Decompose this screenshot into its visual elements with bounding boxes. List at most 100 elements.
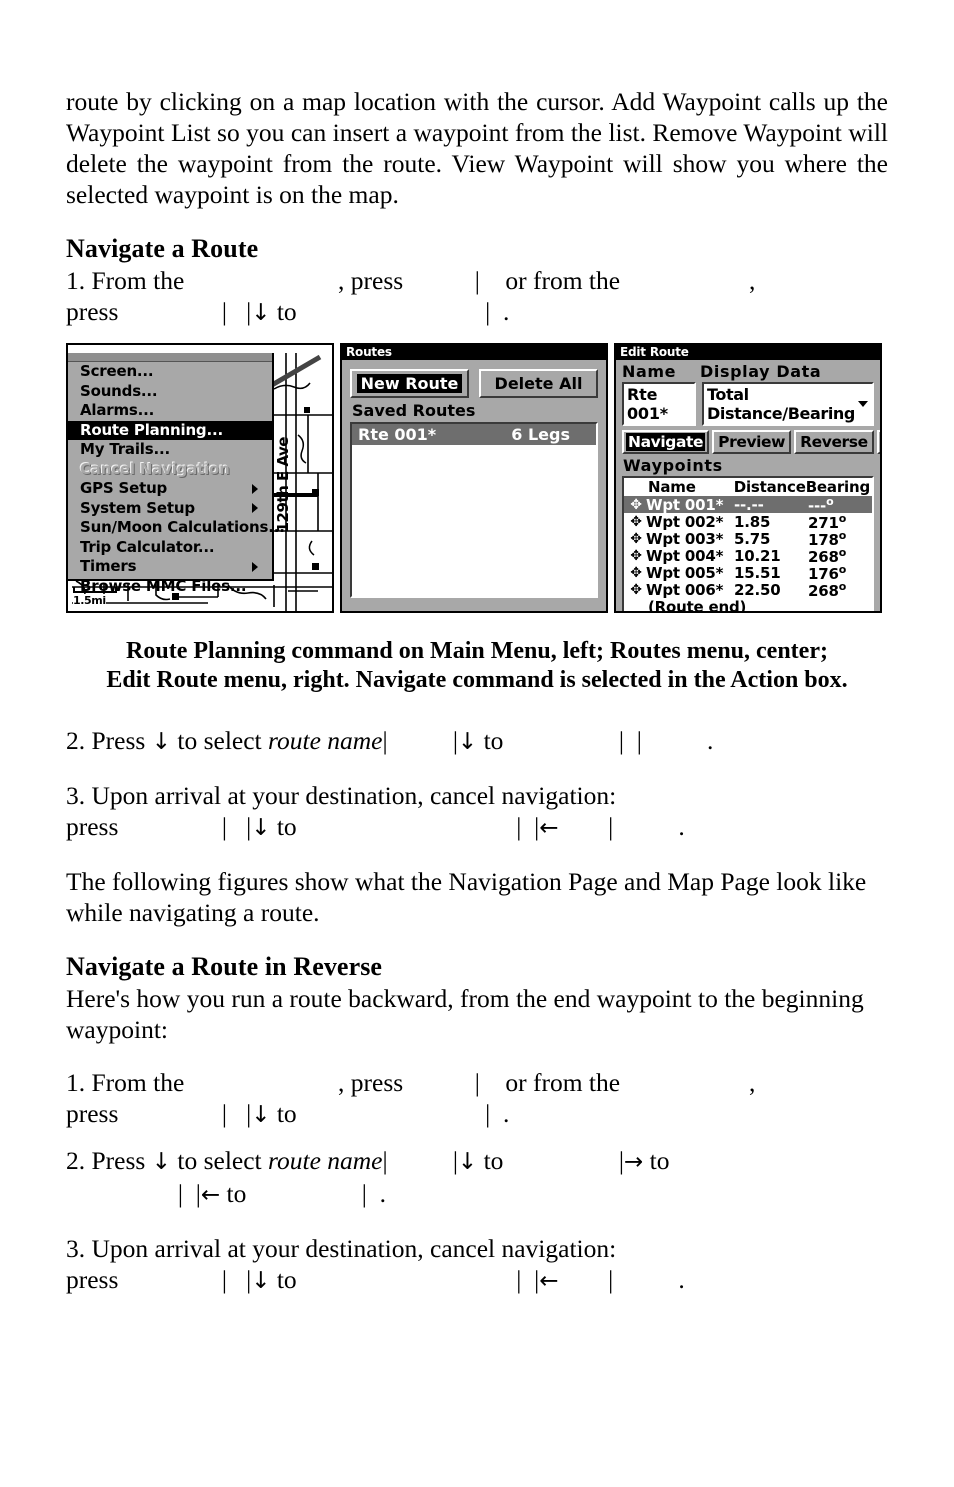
gps-screenshot-edit-route-menu: Edit Route Name Display Data Rte 001* To…	[614, 343, 882, 613]
pipe-glyph: |	[636, 726, 642, 755]
waypoint-marker-icon: ✥	[630, 581, 642, 598]
step-text: .	[503, 297, 510, 326]
menu-item-alarms[interactable]: Alarms...	[68, 401, 272, 421]
new-route-button[interactable]: New Route	[350, 369, 469, 398]
waypoint-distance: 15.51	[734, 563, 781, 582]
main-menu-panel[interactable]: Screen... Sounds... Alarms... Route Plan…	[68, 353, 285, 595]
reverse-button[interactable]: Reverse	[794, 430, 874, 454]
waypoint-distance: 10.21	[734, 546, 781, 565]
degree-symbol: o	[838, 528, 847, 542]
menu-item-label: System Setup	[80, 498, 195, 517]
step-text: to	[276, 812, 297, 841]
waypoint-row[interactable]: ✥ Wpt 006* 22.50 268o	[624, 580, 872, 600]
pipe-glyph: |	[221, 297, 227, 326]
arrow-down-icon: ↓	[151, 729, 171, 755]
waypoint-row[interactable]: ✥ Wpt 003* 5.75 178o	[624, 528, 872, 549]
button-label: Delete All	[494, 374, 583, 393]
waypoint-name: Wpt 002*	[646, 512, 724, 531]
waypoint-row[interactable]: ✥ Wpt 002* 1.85 271o	[624, 512, 872, 532]
route-legs: 6 Legs	[511, 425, 570, 444]
pipe-glyph: |	[608, 1265, 614, 1294]
route-list-item[interactable]: Rte 001* 6 Legs	[352, 424, 596, 445]
routes-button-row: New Route Delete All	[350, 369, 598, 398]
menu-item-timers[interactable]: Timers	[68, 557, 272, 577]
waypoint-distance: 22.50	[734, 580, 781, 599]
menu-item-system-setup[interactable]: System Setup	[68, 499, 272, 519]
step-text: press	[66, 297, 119, 326]
waypoint-marker-icon: ✥	[630, 530, 642, 547]
waypoint-distance: 1.85	[734, 512, 771, 531]
waypoint-name: Wpt 001*	[646, 495, 724, 514]
pipe-glyph: |	[221, 1265, 227, 1294]
step-text: .	[503, 1099, 510, 1128]
top-margin	[66, 0, 888, 86]
button-label: Reverse	[800, 433, 868, 451]
column-header-distance: Distance	[733, 478, 806, 496]
column-header-name: Name	[648, 478, 696, 496]
waypoint-distance: 5.75	[734, 529, 771, 548]
pipe-glyph: |	[474, 1068, 480, 1097]
waypoint-name: Wpt 006*	[646, 580, 724, 599]
navigate-step-2: 2. Press ↓ to select route name|ENT |↓ t…	[66, 725, 888, 758]
step-text: to	[649, 1146, 670, 1175]
waypoints-list[interactable]: Name Distance Bearing ✥ Wpt 001* --.-- -…	[622, 476, 874, 613]
step-text: 2. Press	[66, 726, 146, 755]
reverse-step-3: 3. Upon arrival at your destination, can…	[66, 1233, 888, 1297]
pipe-glyph: |	[221, 1099, 227, 1128]
menu-item-label: Timers	[80, 557, 137, 575]
step-text: ,	[748, 266, 756, 295]
step-text: ,	[748, 1068, 756, 1097]
figure-strip: 129th E Ave Screen... Sounds... Alarms..…	[66, 343, 888, 615]
menu-item-list: Screen... Sounds... Alarms... Route Plan…	[68, 353, 285, 596]
bearing-value: 268	[808, 581, 839, 600]
step-text: , press	[338, 1068, 404, 1097]
name-label: Name	[622, 362, 677, 381]
arrow-right-icon: →	[623, 1149, 644, 1175]
saved-routes-label: Saved Routes	[352, 401, 476, 420]
degree-symbol: o	[838, 562, 847, 576]
step-text: 1. From the	[66, 1068, 185, 1097]
menu-item-label: Sounds...	[80, 381, 158, 400]
menu-item-label: Alarms...	[80, 401, 155, 419]
menu-item-route-planning[interactable]: Route Planning...	[68, 420, 272, 440]
menu-item-sun-moon-calculations[interactable]: Sun/Moon Calculations...	[68, 518, 285, 538]
preview-button[interactable]: Preview	[712, 430, 792, 454]
waypoint-row[interactable]: ✥ Wpt 004* 10.21 268o	[624, 546, 872, 566]
delete-button[interactable]: Delete	[876, 430, 880, 454]
waypoint-name: Wpt 003*	[646, 529, 724, 548]
arrow-down-icon: ↓	[251, 1102, 271, 1128]
route-name-field[interactable]: Rte 001*	[622, 382, 696, 426]
delete-all-button[interactable]: Delete All	[479, 369, 598, 398]
menu-item-sounds[interactable]: Sounds...	[68, 382, 272, 402]
page-content: route by clicking on a map location with…	[66, 0, 888, 1487]
column-header-bearing: Bearing	[805, 478, 870, 496]
display-data-dropdown[interactable]: Total Distance/Bearing	[702, 382, 874, 426]
menu-item-trip-calculator[interactable]: Trip Calculator...	[68, 538, 272, 558]
pipe-glyph: |	[485, 297, 491, 326]
navigate-button[interactable]: Navigate	[622, 430, 710, 454]
menu-item-screen[interactable]: Screen...	[68, 362, 272, 382]
waypoints-label: Waypoints	[623, 456, 723, 475]
step-text: 1. From the	[66, 266, 185, 295]
section-heading-navigate-route: Navigate a Route	[66, 234, 259, 263]
waypoint-row[interactable]: ✥ Wpt 001* --.-- ---o	[624, 495, 872, 515]
arrow-left-icon: ←	[200, 1182, 221, 1208]
reverse-intro-paragraph: Here's how you run a route backward, fro…	[66, 984, 864, 1044]
step-text: , press	[338, 266, 404, 295]
menu-item-gps-setup[interactable]: GPS Setup	[68, 479, 272, 499]
arrow-left-icon: ←	[539, 815, 559, 841]
pipe-glyph: |	[221, 812, 227, 841]
pipe-glyph: |	[618, 726, 624, 755]
routes-title-bar: Routes	[342, 345, 606, 360]
arrow-down-icon: ↓	[251, 1268, 271, 1294]
edit-route-body: Name Display Data Rte 001* Total Distanc…	[616, 360, 880, 611]
waypoint-row[interactable]: ✥ Wpt 005* 15.51 176o	[624, 562, 872, 583]
route-name: Rte 001*	[358, 425, 437, 444]
button-label: Preview	[718, 433, 786, 451]
menu-item-label: My Trails...	[80, 440, 170, 458]
saved-routes-list[interactable]: Rte 001* 6 Legs	[350, 422, 598, 598]
menu-item-my-trails[interactable]: My Trails...	[68, 440, 272, 460]
route-end-label: (Route end)	[648, 598, 747, 613]
step-text: to	[226, 1179, 247, 1208]
menu-item-label: GPS Setup	[80, 479, 168, 497]
